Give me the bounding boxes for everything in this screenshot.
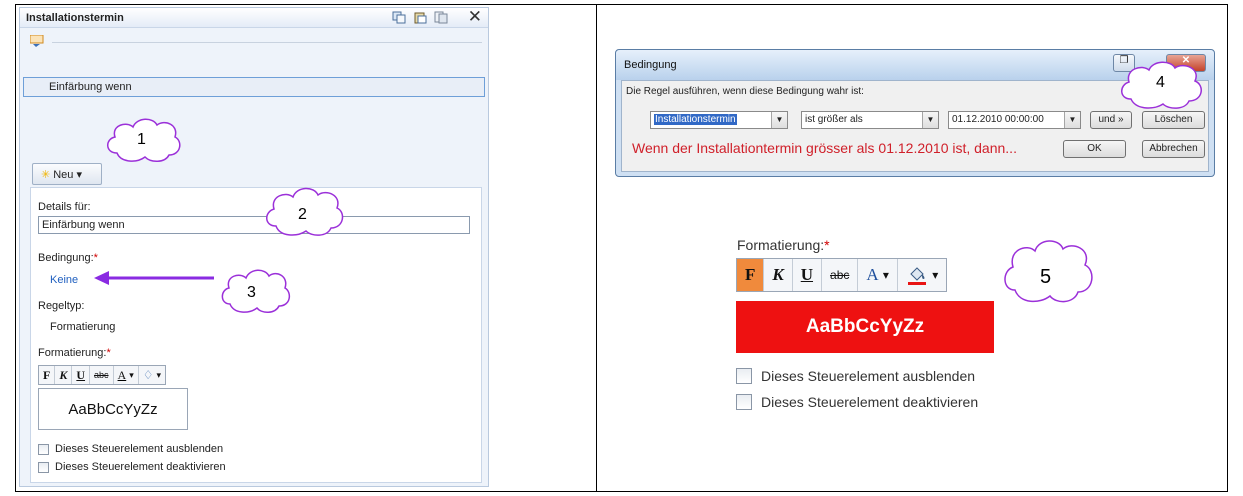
operator-select[interactable]: ist größer als ▼ [801, 111, 939, 129]
disable-control-checkbox[interactable] [38, 461, 49, 473]
operator-select-value: ist größer als [805, 114, 863, 125]
font-color-button[interactable]: A ▾ [114, 366, 139, 384]
close-icon[interactable]: ✕ [468, 7, 482, 27]
paste-rule-icon[interactable] [413, 11, 427, 24]
condition-label: Bedingung:* [38, 252, 98, 264]
new-rule-button[interactable]: ✳ Neu ▾ [32, 163, 102, 185]
hide-control-checkbox[interactable] [38, 443, 49, 455]
callout-number-1: 1 [137, 131, 146, 148]
zoomed-hide-control-checkbox[interactable] [736, 368, 752, 384]
pane-title: Installationstermin [26, 12, 124, 24]
zoomed-strikethrough-button[interactable]: abc [822, 259, 859, 291]
zoomed-disable-control-label: Dieses Steuerelement deaktivieren [761, 394, 979, 410]
chevron-down-icon: ▾ [156, 369, 162, 380]
details-label: Details für: [38, 201, 91, 213]
and-button[interactable]: und » [1090, 111, 1132, 129]
paint-bucket-icon: ♢ [142, 367, 154, 382]
italic-button[interactable]: K [55, 366, 73, 384]
callout-number-5: 5 [1040, 266, 1052, 288]
disable-control-label: Dieses Steuerelement deaktivieren [55, 461, 226, 473]
ok-button[interactable]: OK [1063, 140, 1126, 158]
rule-name-field[interactable]: Einfärbung wenn [38, 216, 470, 234]
pane-header: Installationstermin ✕ [20, 7, 488, 28]
ruletype-value: Formatierung [50, 321, 116, 333]
required-mark: * [93, 252, 98, 264]
figure-divider [596, 4, 597, 492]
zoomed-fill-color-button[interactable]: ▾ [898, 259, 946, 291]
zoomed-hide-control-label: Dieses Steuerelement ausblenden [761, 368, 976, 384]
rule-separator [52, 42, 482, 43]
zoomed-bold-button[interactable]: F [737, 259, 765, 291]
rule-list-item[interactable]: Einfärbung wenn [23, 77, 485, 97]
calendar-dropdown-icon: ▼ [1064, 112, 1080, 128]
dialog-title: Bedingung [624, 59, 677, 71]
hide-control-label: Dieses Steuerelement ausblenden [55, 443, 224, 455]
font-color-label: A [117, 367, 127, 382]
field-select[interactable]: Installationstermin ▼ [650, 111, 788, 129]
ruletype-label: Regeltyp: [38, 300, 85, 312]
new-button-label: Neu [53, 169, 74, 181]
callout-number-3: 3 [247, 284, 256, 301]
fill-color-button[interactable]: ♢ ▾ [139, 366, 165, 384]
new-star-icon: ✳ [41, 169, 51, 181]
zoomed-disable-control-row[interactable]: Dieses Steuerelement deaktivieren [736, 394, 978, 410]
annotation-arrow [94, 271, 214, 285]
format-preview: AaBbCcYyZz [38, 388, 188, 430]
callout-number-2: 2 [298, 206, 307, 223]
zoomed-italic-button[interactable]: K [764, 259, 793, 291]
zoomed-underline-button[interactable]: U [793, 259, 823, 291]
chevron-down-icon: ▾ [882, 267, 889, 282]
zoomed-font-color-label: A [866, 265, 879, 284]
value-input[interactable]: 01.12.2010 00:00:00 ▼ [948, 111, 1081, 129]
format-toolbar: F K U abc A ▾ ♢ ▾ [38, 365, 167, 385]
chevron-down-icon: ▾ [76, 169, 82, 181]
paint-bucket-icon [907, 267, 926, 285]
chevron-down-icon: ▼ [771, 112, 787, 128]
underline-button[interactable]: U [72, 366, 91, 384]
format-label: Formatierung:* [38, 347, 111, 359]
value-input-text: 01.12.2010 00:00:00 [952, 114, 1044, 125]
field-select-value: Installationstermin [654, 114, 737, 125]
required-mark: * [106, 347, 111, 359]
zoomed-format-preview: AaBbCcYyZz [736, 301, 994, 353]
condition-description: Wenn der Installationtermin grösser als … [632, 140, 1017, 156]
delete-button[interactable]: Löschen [1142, 111, 1205, 129]
zoomed-hide-control-row[interactable]: Dieses Steuerelement ausblenden [736, 368, 975, 384]
callout-number-4: 4 [1156, 74, 1165, 91]
rules-task-pane: Installationstermin ✕ Einfärbung wenn ✳ N… [19, 7, 489, 487]
disable-control-row[interactable]: Dieses Steuerelement deaktivieren [38, 461, 226, 473]
rule-icon [30, 35, 44, 47]
chevron-down-icon: ▾ [129, 369, 134, 380]
hide-control-row[interactable]: Dieses Steuerelement ausblenden [38, 443, 223, 455]
cancel-button[interactable]: Abbrechen [1142, 140, 1205, 158]
rule-details-panel: Details für: Einfärbung wenn Bedingung:*… [30, 187, 482, 483]
chevron-down-icon: ▾ [932, 267, 939, 282]
zoomed-disable-control-checkbox[interactable] [736, 394, 752, 410]
dialog-prompt: Die Regel ausführen, wenn diese Bedingun… [626, 86, 864, 97]
zoomed-format-label: Formatierung:* [737, 237, 830, 253]
condition-link[interactable]: Keine [50, 274, 78, 286]
strikethrough-button[interactable]: abc [90, 366, 114, 384]
zoomed-font-color-button[interactable]: A ▾ [858, 259, 898, 291]
duplicate-rule-icon[interactable] [434, 11, 448, 24]
copy-rule-icon[interactable] [392, 11, 406, 24]
chevron-down-icon: ▼ [922, 112, 938, 128]
bold-button[interactable]: F [39, 366, 56, 384]
zoomed-format-toolbar: F K U abc A ▾ ▾ [736, 258, 948, 292]
required-mark: * [824, 237, 830, 253]
